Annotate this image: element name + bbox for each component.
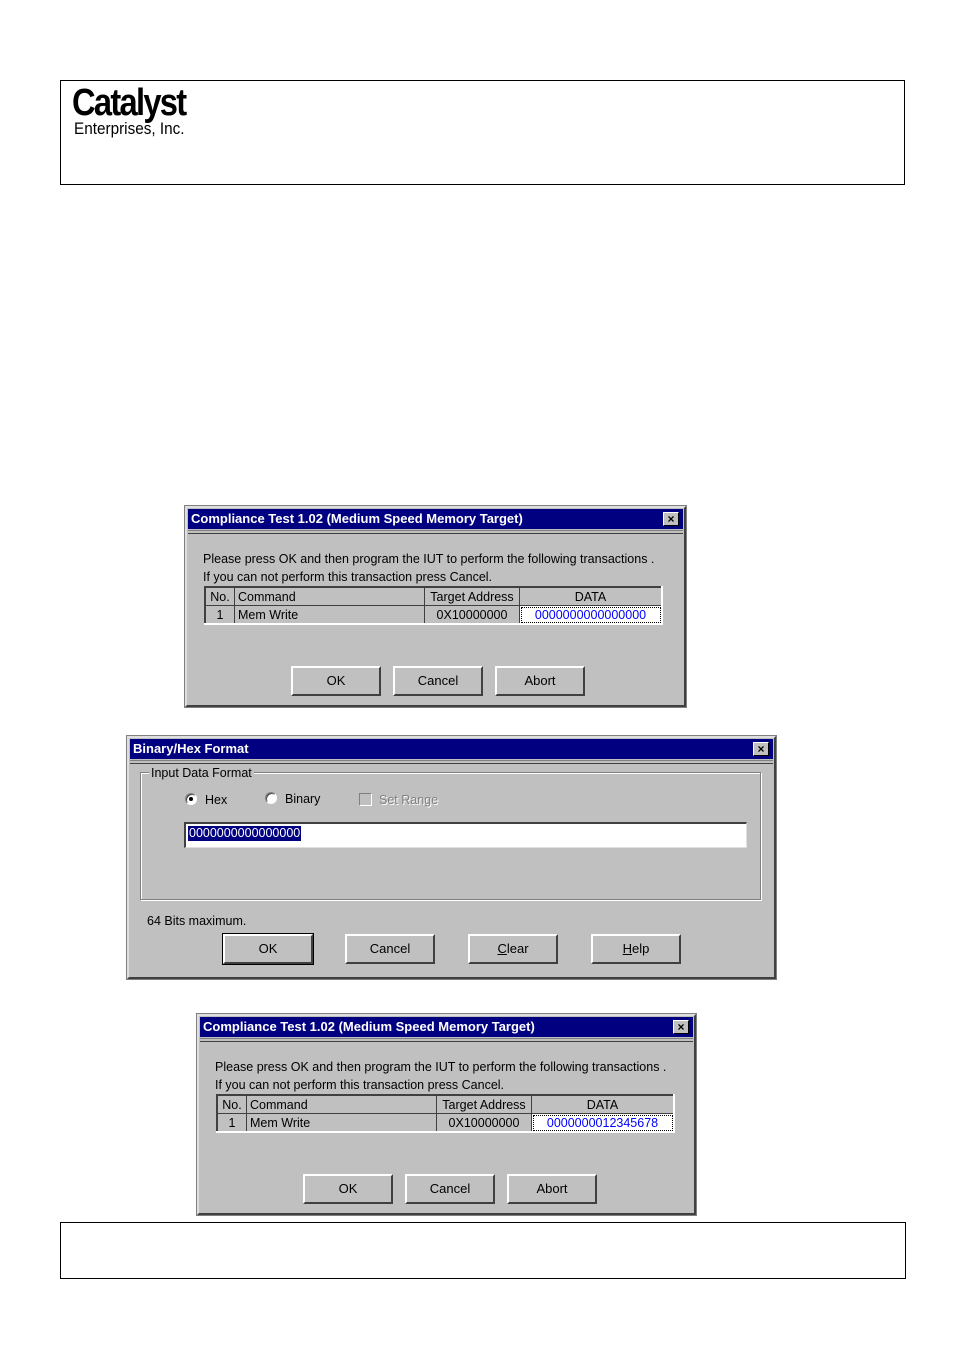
column-header-command: Command xyxy=(234,586,425,606)
cell-data[interactable]: 0000000012345678 xyxy=(531,1113,675,1133)
cell-target-address: 0X10000000 xyxy=(436,1113,532,1133)
table-row[interactable]: 1 Mem Write 0X10000000 0000000000000000 xyxy=(204,605,663,625)
divider xyxy=(200,1038,693,1042)
instruction-line-1: Please press OK and then program the IUT… xyxy=(215,1060,667,1074)
bits-maximum-note: 64 Bits maximum. xyxy=(147,914,247,928)
set-range-checkbox[interactable] xyxy=(359,793,372,806)
group-label: Input Data Format xyxy=(149,766,254,780)
cell-command: Mem Write xyxy=(234,605,425,625)
column-header-command: Command xyxy=(246,1094,437,1114)
instruction-line-2: If you can not perform this transaction … xyxy=(203,570,493,584)
ok-button[interactable]: OK xyxy=(303,1174,393,1204)
page-header-box: Catalyst Enterprises, Inc. xyxy=(60,80,905,185)
help-button[interactable]: Help xyxy=(591,934,681,964)
ok-button[interactable]: OK xyxy=(291,666,381,696)
dialog-titlebar[interactable]: Compliance Test 1.02 (Medium Speed Memor… xyxy=(188,509,683,529)
column-header-data: DATA xyxy=(519,586,663,606)
column-header-target-address: Target Address xyxy=(436,1094,532,1114)
cancel-button[interactable]: Cancel xyxy=(393,666,483,696)
table-row[interactable]: 1 Mem Write 0X10000000 0000000012345678 xyxy=(216,1113,675,1133)
close-icon[interactable]: × xyxy=(663,512,679,526)
data-input-field[interactable]: 0000000000000000 xyxy=(184,822,747,848)
cell-no: 1 xyxy=(216,1113,247,1133)
table-header-row: No. Command Target Address DATA xyxy=(204,586,663,606)
instruction-line-2: If you can not perform this transaction … xyxy=(215,1078,505,1092)
compliance-test-dialog-updated: Compliance Test 1.02 (Medium Speed Memor… xyxy=(196,1013,697,1216)
clear-label-rest: lear xyxy=(506,941,529,956)
instruction-line-1: Please press OK and then program the IUT… xyxy=(203,552,655,566)
table-header-row: No. Command Target Address DATA xyxy=(216,1094,675,1114)
hex-label[interactable]: Hex xyxy=(205,793,227,807)
dialog-title: Compliance Test 1.02 (Medium Speed Memor… xyxy=(191,511,523,526)
close-icon[interactable]: × xyxy=(753,742,769,756)
company-subtitle: Enterprises, Inc. xyxy=(74,119,185,138)
abort-button[interactable]: Abort xyxy=(507,1174,597,1204)
cell-target-address: 0X10000000 xyxy=(424,605,520,625)
column-header-data: DATA xyxy=(531,1094,675,1114)
cancel-button[interactable]: Cancel xyxy=(345,934,435,964)
hex-radio[interactable] xyxy=(185,793,197,805)
close-icon[interactable]: × xyxy=(673,1020,689,1034)
compliance-test-dialog-initial: Compliance Test 1.02 (Medium Speed Memor… xyxy=(184,505,687,708)
set-range-label: Set Range xyxy=(379,793,439,807)
column-header-no: No. xyxy=(216,1094,247,1114)
binary-radio[interactable] xyxy=(265,792,277,804)
divider xyxy=(130,760,773,764)
dialog-title: Compliance Test 1.02 (Medium Speed Memor… xyxy=(203,1019,535,1034)
dialog-titlebar[interactable]: Compliance Test 1.02 (Medium Speed Memor… xyxy=(200,1017,693,1037)
cancel-button[interactable]: Cancel xyxy=(405,1174,495,1204)
help-label-rest: elp xyxy=(632,941,650,956)
divider xyxy=(188,530,683,534)
cell-no: 1 xyxy=(204,605,235,625)
selected-input-text: 0000000000000000 xyxy=(188,826,302,841)
page-footer-box xyxy=(60,1222,906,1279)
cell-command: Mem Write xyxy=(246,1113,437,1133)
transactions-table: No. Command Target Address DATA 1 Mem Wr… xyxy=(216,1094,675,1133)
help-accelerator: H xyxy=(622,941,633,956)
cell-data[interactable]: 0000000000000000 xyxy=(519,605,663,625)
clear-button[interactable]: Clear xyxy=(468,934,558,964)
dialog-title: Binary/Hex Format xyxy=(133,741,249,756)
clear-accelerator: C xyxy=(497,941,507,956)
ok-button[interactable]: OK xyxy=(222,933,314,965)
dialog-titlebar[interactable]: Binary/Hex Format × xyxy=(130,739,773,759)
binary-label[interactable]: Binary xyxy=(285,792,320,806)
column-header-target-address: Target Address xyxy=(424,586,520,606)
binary-hex-format-dialog: Binary/Hex Format × Input Data Format He… xyxy=(126,735,777,980)
abort-button[interactable]: Abort xyxy=(495,666,585,696)
column-header-no: No. xyxy=(204,586,235,606)
transactions-table: No. Command Target Address DATA 1 Mem Wr… xyxy=(204,586,663,625)
